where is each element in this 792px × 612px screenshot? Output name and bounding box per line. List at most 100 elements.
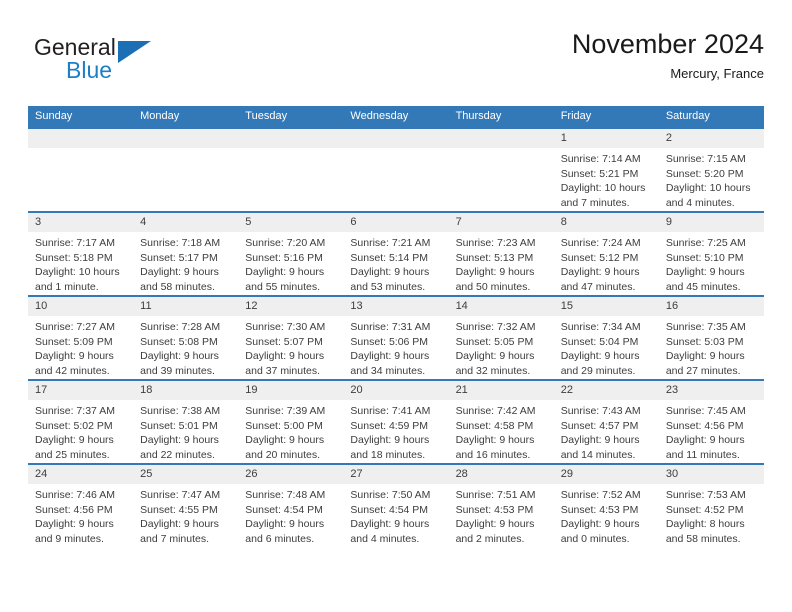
calendar-day-cell[interactable]: 16 Sunrise: 7:35 AM Sunset: 5:03 PM Dayligh… xyxy=(658,295,764,380)
calendar-day-cell[interactable]: 3 Sunrise: 7:17 AM Sunset: 5:18 PM Daylight… xyxy=(28,211,134,296)
day-number xyxy=(28,129,134,148)
calendar-day-cell[interactable]: 1 Sunrise: 7:14 AM Sunset: 5:21 PM Daylight… xyxy=(553,127,659,212)
day-number: 14 xyxy=(448,297,554,316)
day-detail-line: and 7 minutes. xyxy=(560,196,630,209)
calendar-day-cell[interactable]: 12 Sunrise: 7:30 AM Sunset: 5:07 PM Dayligh… xyxy=(238,295,344,380)
calendar-day-cell[interactable]: 17 Sunrise: 7:37 AM Sunset: 5:02 PM Dayligh… xyxy=(28,379,134,464)
calendar-day-cell[interactable]: 27 Sunrise: 7:50 AM Sunset: 4:54 PM Dayligh… xyxy=(343,463,449,547)
day-detail-line: Sunrise: 7:50 AM xyxy=(350,489,431,501)
day-details: Sunrise: 7:45 AM Sunset: 4:56 PM Daylight:… xyxy=(659,400,764,462)
calendar-day-cell[interactable]: 15 Sunrise: 7:34 AM Sunset: 5:04 PM Dayligh… xyxy=(553,295,659,380)
calendar-day-cell[interactable]: 5 Sunrise: 7:20 AM Sunset: 5:16 PM Daylight… xyxy=(238,211,344,296)
day-detail-line: Sunset: 5:13 PM xyxy=(455,251,534,264)
day-detail-line: Daylight: 10 hours xyxy=(665,182,751,195)
day-number: 26 xyxy=(238,465,344,484)
calendar-cell-empty xyxy=(238,127,344,212)
day-detail-line: Sunrise: 7:46 AM xyxy=(35,489,115,501)
day-number: 3 xyxy=(28,213,134,232)
day-number: 5 xyxy=(238,213,344,232)
calendar-day-cell[interactable]: 7 Sunrise: 7:23 AM Sunset: 5:13 PM Daylight… xyxy=(448,211,554,296)
calendar-cell-empty xyxy=(133,127,239,212)
weekday-header-saturday: Saturday xyxy=(658,106,764,128)
day-detail-line: and 58 minutes. xyxy=(665,532,741,545)
day-detail-line: Sunset: 5:20 PM xyxy=(665,167,744,180)
day-detail-line: Daylight: 9 hours xyxy=(665,266,745,279)
day-detail-line: Sunset: 5:03 PM xyxy=(665,335,744,348)
calendar-day-cell[interactable]: 4 Sunrise: 7:18 AM Sunset: 5:17 PM Daylight… xyxy=(133,211,239,296)
day-detail-line: Sunrise: 7:52 AM xyxy=(560,489,641,501)
day-detail-line: Sunset: 5:01 PM xyxy=(140,419,218,432)
calendar-day-cell[interactable]: 6 Sunrise: 7:21 AM Sunset: 5:14 PM Daylight… xyxy=(343,211,449,296)
day-number: 29 xyxy=(553,465,659,484)
day-detail-line: and 37 minutes. xyxy=(245,364,320,377)
calendar-day-cell[interactable]: 9 Sunrise: 7:25 AM Sunset: 5:10 PM Daylight… xyxy=(658,211,764,296)
day-detail-line: Daylight: 9 hours xyxy=(35,434,114,447)
day-details: Sunrise: 7:47 AM Sunset: 4:55 PM Daylight:… xyxy=(133,484,238,546)
calendar-day-cell[interactable]: 29 Sunrise: 7:52 AM Sunset: 4:53 PM Dayligh… xyxy=(553,463,659,547)
day-details: Sunrise: 7:24 AM Sunset: 5:12 PM Daylight:… xyxy=(554,232,659,294)
calendar-day-cell[interactable]: 24 Sunrise: 7:46 AM Sunset: 4:56 PM Dayligh… xyxy=(28,463,134,547)
weekday-header-row: Sunday Monday Tuesday Wednesday Thursday Frid… xyxy=(28,106,764,128)
day-number: 28 xyxy=(448,465,554,484)
day-detail-line: Sunset: 5:17 PM xyxy=(140,251,218,264)
day-detail-line: Sunset: 4:59 PM xyxy=(350,419,429,432)
day-detail-line: Sunrise: 7:39 AM xyxy=(245,405,326,417)
calendar-day-cell[interactable]: 10 Sunrise: 7:27 AM Sunset: 5:09 PM Dayligh… xyxy=(28,295,134,380)
day-number xyxy=(448,129,554,148)
day-details: Sunrise: 7:42 AM Sunset: 4:58 PM Daylight:… xyxy=(449,400,554,462)
day-number xyxy=(133,129,239,148)
calendar-day-cell[interactable]: 11 Sunrise: 7:28 AM Sunset: 5:08 PM Dayligh… xyxy=(133,295,239,380)
general-blue-logo[interactable]: General Blue xyxy=(34,34,274,90)
day-number: 9 xyxy=(658,213,764,232)
calendar-cell-empty xyxy=(448,127,554,212)
calendar-day-cell[interactable]: 28 Sunrise: 7:51 AM Sunset: 4:53 PM Dayligh… xyxy=(448,463,554,547)
day-detail-line: Daylight: 9 hours xyxy=(560,266,640,279)
calendar-day-cell[interactable]: 22 Sunrise: 7:43 AM Sunset: 4:57 PM Dayligh… xyxy=(553,379,659,464)
day-detail-line: Sunset: 5:08 PM xyxy=(140,335,218,348)
calendar-cell-empty xyxy=(28,127,134,212)
day-number xyxy=(343,129,449,148)
day-detail-line: Sunrise: 7:37 AM xyxy=(35,405,115,417)
calendar-week-row: 3 Sunrise: 7:17 AM Sunset: 5:18 PM Daylight… xyxy=(28,211,764,296)
day-number: 6 xyxy=(343,213,449,232)
day-detail-line: Daylight: 9 hours xyxy=(140,518,219,531)
day-detail-line: Daylight: 9 hours xyxy=(350,350,430,363)
calendar-day-cell[interactable]: 25 Sunrise: 7:47 AM Sunset: 4:55 PM Dayligh… xyxy=(133,463,239,547)
day-detail-line: Sunset: 4:57 PM xyxy=(560,419,639,432)
day-detail-line: and 4 minutes. xyxy=(350,532,420,545)
day-detail-line: Daylight: 8 hours xyxy=(665,518,745,531)
day-detail-line: and 32 minutes. xyxy=(455,364,531,377)
calendar-day-cell[interactable]: 8 Sunrise: 7:24 AM Sunset: 5:12 PM Daylight… xyxy=(553,211,659,296)
calendar-day-cell[interactable]: 30 Sunrise: 7:53 AM Sunset: 4:52 PM Dayligh… xyxy=(658,463,764,547)
calendar-day-cell[interactable]: 21 Sunrise: 7:42 AM Sunset: 4:58 PM Dayligh… xyxy=(448,379,554,464)
calendar-day-cell[interactable]: 23 Sunrise: 7:45 AM Sunset: 4:56 PM Dayligh… xyxy=(658,379,764,464)
calendar-day-cell[interactable]: 13 Sunrise: 7:31 AM Sunset: 5:06 PM Dayligh… xyxy=(343,295,449,380)
day-details: Sunrise: 7:20 AM Sunset: 5:16 PM Daylight:… xyxy=(238,232,343,294)
day-details: Sunrise: 7:18 AM Sunset: 5:17 PM Daylight:… xyxy=(133,232,238,294)
calendar-day-cell[interactable]: 18 Sunrise: 7:38 AM Sunset: 5:01 PM Dayligh… xyxy=(133,379,239,464)
day-number: 23 xyxy=(658,381,764,400)
day-detail-line: and 58 minutes. xyxy=(140,280,215,293)
calendar-week-row: 17 Sunrise: 7:37 AM Sunset: 5:02 PM Dayligh… xyxy=(28,379,764,464)
day-number: 4 xyxy=(133,213,239,232)
calendar-day-cell[interactable]: 26 Sunrise: 7:48 AM Sunset: 4:54 PM Dayligh… xyxy=(238,463,344,547)
day-detail-line: Sunrise: 7:18 AM xyxy=(140,237,221,249)
day-detail-line: Sunrise: 7:38 AM xyxy=(140,405,221,417)
page-header: General Blue November 2024 Mercury, Fran… xyxy=(28,28,764,96)
page-subtitle: Mercury, France xyxy=(670,66,764,81)
day-detail-line: and 20 minutes. xyxy=(245,448,320,461)
day-detail-line: Sunrise: 7:41 AM xyxy=(350,405,431,417)
calendar-day-cell[interactable]: 2 Sunrise: 7:15 AM Sunset: 5:20 PM Daylight… xyxy=(658,127,764,212)
day-details: Sunrise: 7:15 AM Sunset: 5:20 PM Daylight:… xyxy=(659,148,764,210)
calendar-day-cell[interactable]: 19 Sunrise: 7:39 AM Sunset: 5:00 PM Dayligh… xyxy=(238,379,344,464)
day-detail-line: Sunrise: 7:51 AM xyxy=(455,489,536,501)
weekday-header-tuesday: Tuesday xyxy=(238,106,344,128)
calendar-day-cell[interactable]: 14 Sunrise: 7:32 AM Sunset: 5:05 PM Dayligh… xyxy=(448,295,554,380)
calendar-day-cell[interactable]: 20 Sunrise: 7:41 AM Sunset: 4:59 PM Dayligh… xyxy=(343,379,449,464)
day-details: Sunrise: 7:30 AM Sunset: 5:07 PM Daylight:… xyxy=(238,316,343,378)
day-details: Sunrise: 7:43 AM Sunset: 4:57 PM Daylight:… xyxy=(554,400,659,462)
day-number: 27 xyxy=(343,465,449,484)
day-number: 30 xyxy=(658,465,764,484)
day-details xyxy=(238,148,343,152)
day-detail-line: Sunset: 4:56 PM xyxy=(35,503,113,516)
